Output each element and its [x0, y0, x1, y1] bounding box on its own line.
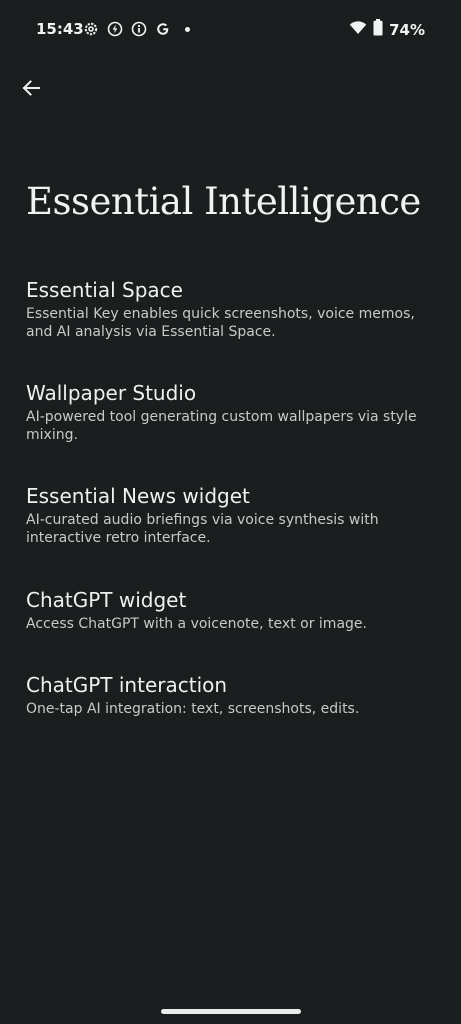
arrow-left-icon [21, 78, 41, 102]
item-description: Access ChatGPT with a voicenote, text or… [26, 616, 367, 632]
item-title: ChatGPT interaction [26, 673, 228, 697]
battery-percentage: 74% [389, 20, 425, 39]
list-item-chatgpt-widget[interactable]: ChatGPT widget Access ChatGPT with a voi… [26, 587, 438, 633]
list-item-wallpaper-studio[interactable]: Wallpaper Studio AI-powered tool generat… [26, 380, 438, 444]
page-title: Essential Intelligence [26, 180, 421, 223]
item-title: Essential Space [26, 278, 183, 302]
wifi-icon [349, 20, 367, 40]
list-item-essential-news-widget[interactable]: Essential News widget AI-curated audio b… [26, 483, 438, 547]
battery-icon [373, 19, 383, 40]
list-item-chatgpt-interaction[interactable]: ChatGPT interaction One-tap AI integrati… [26, 672, 438, 718]
item-description: Essential Key enables quick screenshots,… [26, 306, 415, 340]
item-description: AI-powered tool generating custom wallpa… [26, 409, 417, 443]
item-description: One-tap AI integration: text, screenshot… [26, 701, 360, 717]
item-description: AI-curated audio briefings via voice syn… [26, 512, 379, 546]
settings-gear-icon [83, 21, 99, 37]
notification-dot-icon [185, 26, 190, 32]
status-bar: 15:43 74% [0, 0, 461, 60]
status-time: 15:43 [36, 20, 84, 38]
status-icons-right: 74% [349, 19, 425, 40]
list-item-essential-space[interactable]: Essential Space Essential Key enables qu… [26, 277, 438, 341]
home-indicator[interactable] [161, 1009, 301, 1014]
item-title: Essential News widget [26, 484, 250, 508]
item-title: Wallpaper Studio [26, 381, 197, 405]
item-title: ChatGPT widget [26, 588, 187, 612]
bolt-icon [107, 21, 123, 37]
back-button[interactable] [14, 73, 48, 107]
google-g-icon [155, 21, 171, 37]
status-icons-left [83, 21, 190, 37]
info-icon [131, 21, 147, 37]
